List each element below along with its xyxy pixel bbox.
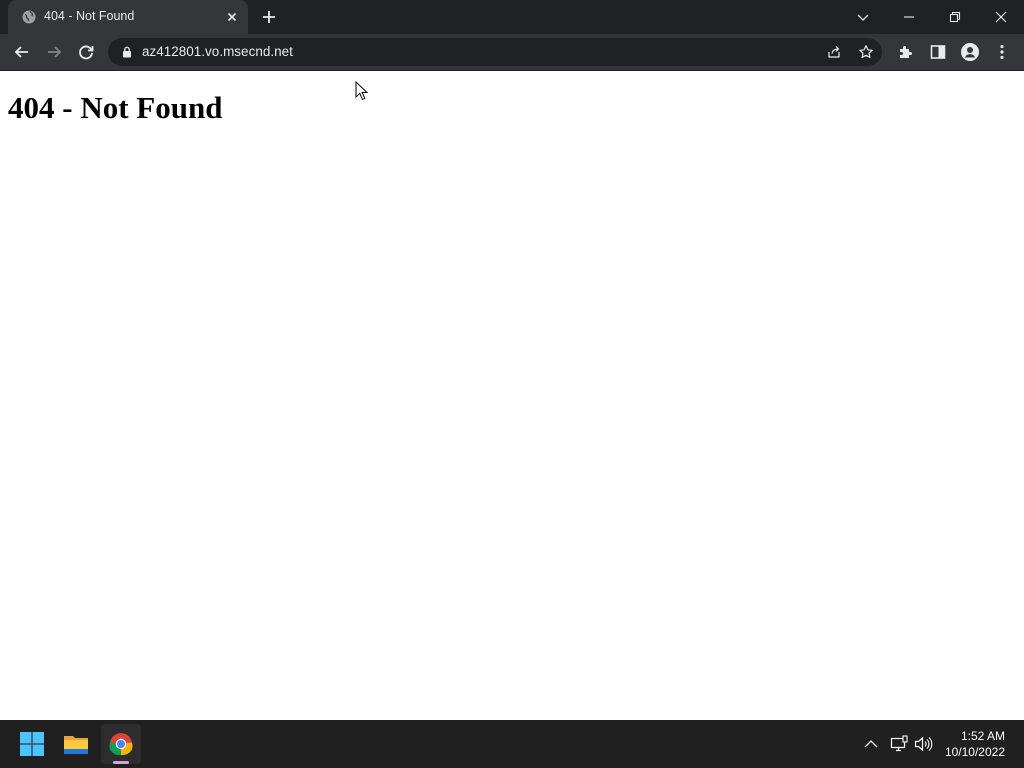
star-icon[interactable]: [858, 44, 874, 60]
arrow-right-icon[interactable]: [44, 42, 64, 62]
plus-icon[interactable]: [260, 8, 278, 26]
tab-title: 404 - Not Found: [44, 9, 135, 23]
url-text[interactable]: az412801.vo.msecnd.net: [142, 44, 293, 59]
chevron-up-icon[interactable]: [861, 734, 881, 754]
puzzle-icon[interactable]: [896, 42, 916, 62]
reload-icon[interactable]: [76, 42, 96, 62]
file-explorer-icon[interactable]: [56, 724, 96, 764]
network-icon[interactable]: [889, 734, 909, 754]
kebab-menu-icon[interactable]: [992, 42, 1012, 62]
side-panel-icon[interactable]: [928, 42, 948, 62]
share-icon[interactable]: [826, 44, 842, 60]
close-icon[interactable]: [990, 6, 1012, 28]
clock-date: 10/10/2022: [944, 745, 1005, 759]
browser-titlebar: 404 - Not Found: [0, 0, 1024, 34]
globe-icon: [21, 9, 37, 25]
restore-icon[interactable]: [944, 6, 966, 28]
browser-tab[interactable]: 404 - Not Found: [8, 0, 248, 34]
minimize-icon[interactable]: [898, 6, 920, 28]
close-tab-icon[interactable]: [224, 9, 240, 25]
lock-icon[interactable]: [120, 45, 134, 59]
taskbar: 1:52 AM 10/10/2022: [0, 720, 1024, 768]
chrome-icon[interactable]: [101, 724, 141, 764]
windows-start-icon[interactable]: [12, 724, 52, 764]
system-clock[interactable]: 1:52 AM 10/10/2022: [945, 728, 1005, 760]
active-app-indicator: [113, 761, 129, 764]
arrow-left-icon[interactable]: [12, 42, 32, 62]
browser-toolbar: az412801.vo.msecnd.net: [0, 34, 1024, 71]
page-heading: 404 - Not Found: [8, 90, 223, 125]
mouse-cursor-icon: [355, 80, 369, 101]
address-bar[interactable]: az412801.vo.msecnd.net: [108, 38, 882, 66]
volume-icon[interactable]: [913, 734, 933, 754]
tab-search-chevron-icon[interactable]: [852, 6, 874, 28]
profile-icon[interactable]: [960, 42, 980, 62]
web-page-content: 404 - Not Found: [0, 71, 1024, 720]
clock-time: 1:52 AM: [960, 729, 1005, 743]
